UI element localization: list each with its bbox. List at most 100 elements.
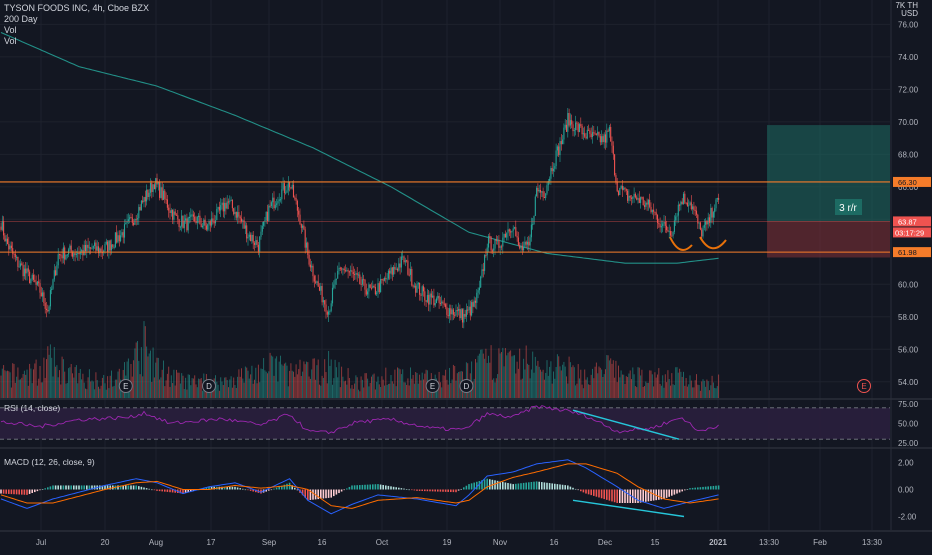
macd-histogram-bar bbox=[580, 489, 582, 492]
candle-body bbox=[365, 289, 367, 295]
candle-body bbox=[251, 234, 253, 242]
candle-body bbox=[322, 300, 324, 303]
macd-histogram-bar bbox=[340, 489, 343, 492]
macd-histogram-bar bbox=[242, 488, 244, 490]
volume-bar bbox=[399, 369, 401, 398]
volume-bar bbox=[439, 382, 441, 398]
candle-body bbox=[429, 293, 431, 305]
volume-bar bbox=[25, 374, 27, 398]
indicator-label-vol[interactable]: Vol bbox=[4, 25, 17, 35]
candle-body bbox=[641, 197, 643, 199]
volume-bar bbox=[391, 381, 393, 398]
candle-body bbox=[597, 131, 599, 135]
volume-bar bbox=[68, 368, 70, 398]
volume-bar bbox=[221, 381, 223, 398]
candle-body bbox=[373, 285, 375, 287]
candle-body bbox=[246, 225, 248, 239]
volume-bar bbox=[373, 373, 375, 398]
candle-body bbox=[389, 270, 391, 274]
symbol-title[interactable]: TYSON FOODS INC, 4h, Cboe BZX bbox=[4, 3, 149, 13]
candle-body bbox=[408, 274, 410, 276]
candle-body bbox=[334, 279, 336, 285]
volume-bar bbox=[524, 369, 526, 398]
macd-histogram-bar bbox=[704, 486, 707, 490]
volume-bar bbox=[618, 365, 619, 398]
candle-body bbox=[560, 141, 562, 145]
candle-body bbox=[448, 308, 451, 317]
candle-body bbox=[529, 237, 531, 246]
volume-bar bbox=[651, 374, 653, 398]
candle-body bbox=[708, 217, 711, 223]
volume-bar bbox=[542, 369, 544, 398]
price-chart-svg[interactable]: 3 r/r E D E D E 76.00 74.00 72.00 70.00 68.00 66.… bbox=[0, 0, 932, 550]
volume-bar bbox=[5, 371, 7, 398]
volume-bar bbox=[8, 371, 10, 398]
macd-histogram-bar bbox=[325, 489, 327, 499]
candle-body bbox=[147, 189, 149, 197]
indicator-label-vol-2[interactable]: Vol bbox=[4, 36, 17, 46]
candle-body bbox=[248, 234, 250, 237]
macd-histogram-bar bbox=[559, 484, 561, 490]
macd-histogram-bar bbox=[494, 480, 496, 490]
candle-body bbox=[677, 204, 679, 216]
volume-bar bbox=[43, 357, 45, 398]
time-tick-label: 20 bbox=[101, 538, 110, 547]
candle-body bbox=[577, 123, 579, 133]
candle-body bbox=[508, 229, 510, 232]
volume-bar bbox=[655, 377, 657, 398]
volume-bar bbox=[632, 367, 634, 398]
candle-body bbox=[129, 217, 131, 220]
candle-body bbox=[526, 241, 529, 245]
volume-bar bbox=[411, 378, 413, 398]
candle-body bbox=[471, 302, 473, 316]
volume-bar bbox=[621, 374, 623, 398]
candle-body bbox=[585, 136, 587, 139]
candle-body bbox=[239, 216, 241, 219]
volume-bar bbox=[254, 379, 255, 398]
volume-bar bbox=[0, 375, 2, 398]
candle-body bbox=[446, 307, 448, 315]
volume-bar bbox=[511, 356, 513, 398]
candle-body bbox=[568, 112, 570, 126]
candle-body bbox=[221, 202, 223, 206]
volume-bar bbox=[108, 388, 110, 398]
currency-unit: USD bbox=[901, 9, 918, 18]
volume-bar bbox=[228, 387, 229, 398]
candle-body bbox=[34, 279, 36, 283]
price-tick-label: 74.00 bbox=[898, 53, 919, 62]
macd-histogram-bar bbox=[41, 489, 44, 490]
candle-body bbox=[348, 271, 350, 273]
candle-body bbox=[447, 314, 449, 317]
indicator-label-sma[interactable]: 200 Day bbox=[4, 14, 38, 24]
position-zones: 3 r/r bbox=[767, 125, 890, 258]
volume-bar bbox=[73, 377, 75, 398]
candle-body bbox=[222, 202, 224, 212]
candle-body bbox=[503, 233, 505, 238]
volume-bar bbox=[277, 381, 279, 398]
candle-body bbox=[57, 254, 59, 266]
candle-body bbox=[519, 245, 521, 249]
volume-bar bbox=[36, 385, 38, 398]
macd-histogram-bar bbox=[346, 488, 348, 490]
time-tick-label: Dec bbox=[598, 538, 612, 547]
candle-body bbox=[434, 302, 436, 306]
level-price-label: 63.87 bbox=[898, 217, 917, 226]
candle-body bbox=[285, 192, 287, 194]
candle-body bbox=[598, 131, 600, 137]
candle-body bbox=[653, 209, 655, 212]
macd-histogram-bar bbox=[296, 489, 299, 491]
volume-bar bbox=[451, 379, 453, 398]
macd-histogram-bar bbox=[439, 489, 442, 492]
candle-body bbox=[74, 253, 76, 255]
volume-bar bbox=[586, 377, 588, 398]
candle-body bbox=[157, 182, 159, 185]
candle-body bbox=[663, 221, 665, 224]
volume-bar bbox=[581, 384, 583, 398]
volume-bar bbox=[48, 354, 50, 398]
candle-body bbox=[191, 214, 193, 216]
candle-body bbox=[712, 212, 714, 218]
volume-bar bbox=[72, 373, 73, 398]
candle-body bbox=[237, 212, 239, 218]
volume-bar bbox=[424, 373, 426, 398]
rsi-tick-label: 25.00 bbox=[898, 439, 919, 448]
